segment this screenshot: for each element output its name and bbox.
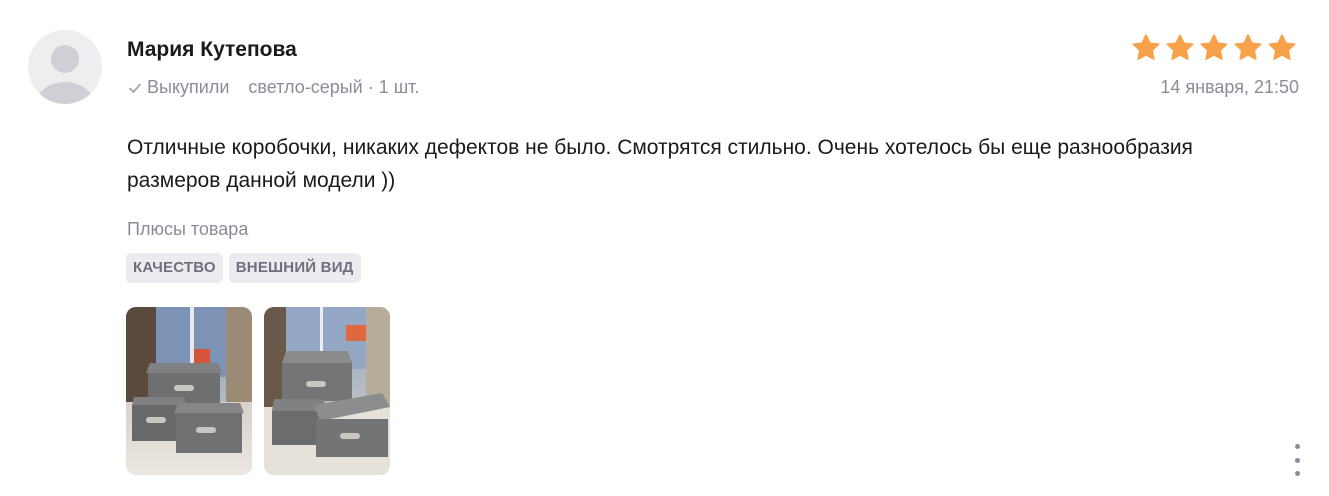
review-card: Мария Кутепова Выкупили светло-серый · 1… [0,0,1329,496]
check-icon [129,83,141,93]
purchase-status: Выкупили [147,77,230,97]
review-photo-2[interactable] [264,307,390,475]
star-icon [1267,33,1297,62]
pros-title: Плюсы товара [127,219,249,239]
tag-quality: КАЧЕСТВО [126,253,223,283]
review-meta: Выкупили светло-серый · 1 шт. [127,77,419,98]
avatar [28,30,102,104]
review-photo-1[interactable] [126,307,252,475]
review-photos [126,307,390,475]
rating-stars [1131,33,1297,62]
star-icon [1233,33,1263,62]
star-icon [1131,33,1161,62]
tag-appearance: ВНЕШНИЙ ВИД [228,253,361,283]
review-text: Отличные коробочки, никаких дефектов не … [127,136,1193,192]
star-icon [1165,33,1195,62]
star-icon [1199,33,1229,62]
user-placeholder-icon [28,30,102,104]
more-vertical-icon [1294,444,1300,449]
review-date: 14 января, 21:50 [1160,77,1299,97]
more-options-button[interactable] [1287,444,1307,476]
product-variant: светло-серый · 1 шт. [248,77,420,97]
pros-tags: КАЧЕСТВО ВНЕШНИЙ ВИД [126,253,361,283]
author-name: Мария Кутепова [127,38,297,61]
